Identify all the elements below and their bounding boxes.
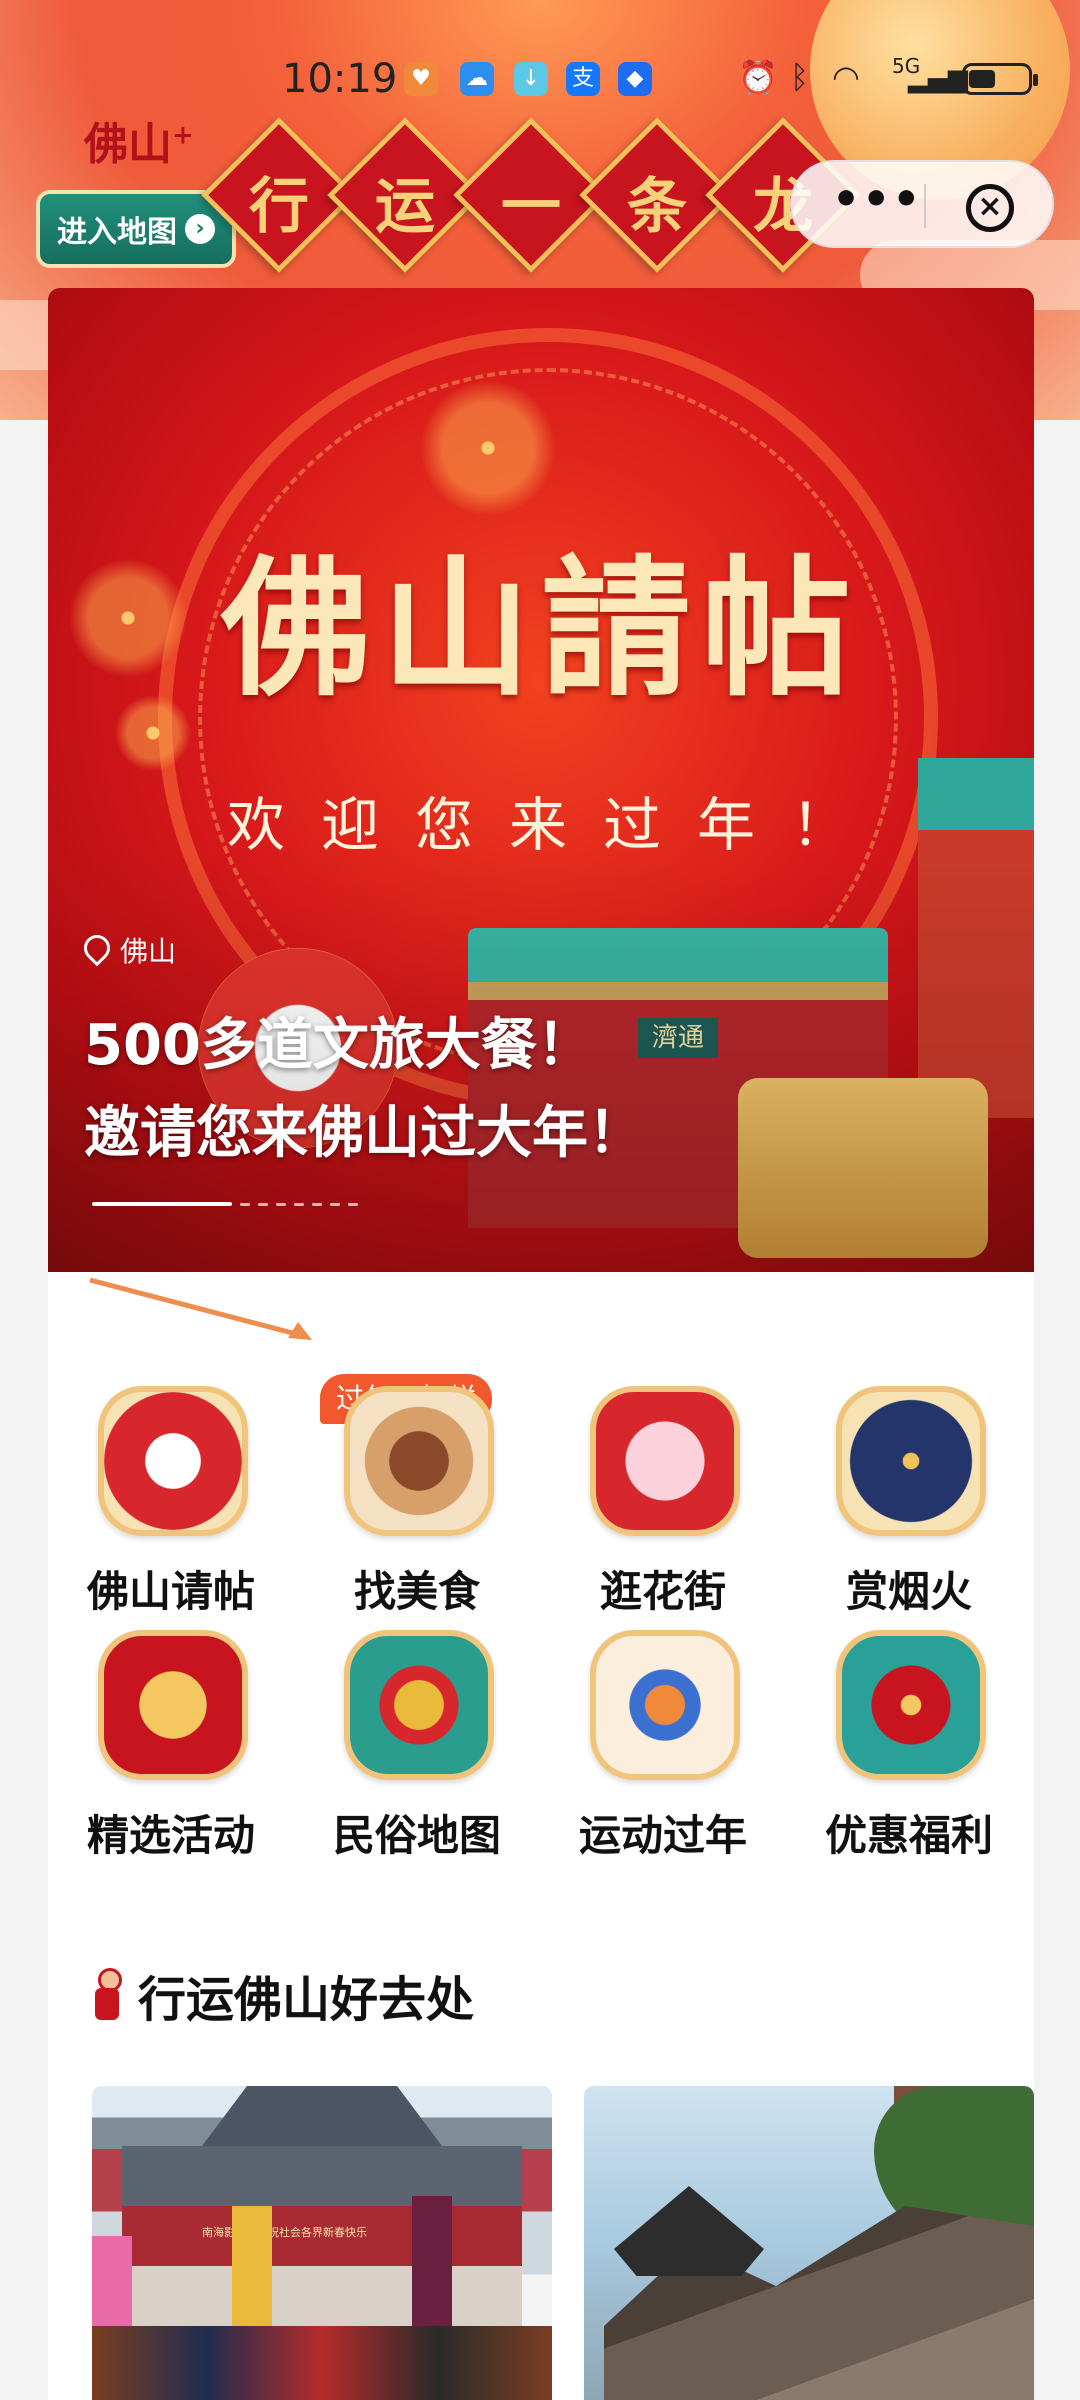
carousel-indicator: [92, 1202, 358, 1206]
alarm-icon: ⏰: [738, 58, 778, 96]
grid-label: 找美食: [353, 1567, 480, 1616]
grid-label: 优惠福利: [824, 1811, 993, 1860]
dragon-icon: [344, 1630, 494, 1780]
grid-label: 佛山请帖: [86, 1567, 255, 1616]
destination-card[interactable]: 南海影视城恭祝社会各界新春快乐: [92, 2086, 552, 2400]
health-app-icon: ♥: [404, 62, 438, 96]
gong-icon: [98, 1630, 248, 1780]
palace-roof-illustration: [202, 2086, 442, 2146]
fireworks-icon: [836, 1386, 986, 1536]
slogan-char: 条: [627, 172, 687, 242]
battery-icon: [962, 63, 1038, 95]
palace-illustration: [122, 2146, 522, 2346]
carousel-dot: [258, 1202, 268, 1206]
destination-card[interactable]: [584, 2086, 1034, 2400]
close-circle-icon[interactable]: ×: [966, 184, 1014, 232]
signal-icon: ▂▄▆: [908, 64, 968, 94]
food-platter-icon: [344, 1386, 494, 1536]
grid-label: 运动过年: [578, 1811, 747, 1860]
flag-illustration: [232, 2206, 272, 2346]
miniprogram-capsule: ••• ×: [790, 160, 1054, 248]
status-time: 10:19: [282, 56, 398, 102]
enter-map-label: 进入地图: [57, 215, 177, 250]
lucky-bag-icon: [836, 1630, 986, 1780]
capsule-divider: [924, 184, 926, 228]
carousel-dot: [276, 1202, 286, 1206]
slogan-banner: 行 运 一 条 龙: [200, 100, 861, 280]
section-title: 行运佛山好去处: [138, 1972, 475, 2028]
pavilion-illustration: [614, 2186, 764, 2276]
banner-headline-1: 500多道文旅大餐！: [84, 1013, 593, 1078]
bluetooth-icon: ᛒ: [790, 58, 810, 96]
carousel-dot: [330, 1202, 340, 1206]
banner-subtitle: 欢迎您来过年！: [226, 791, 885, 859]
flower-icon: [590, 1386, 740, 1536]
grid-label: 民俗地图: [332, 1811, 501, 1860]
grid-label: 赏烟火: [845, 1567, 972, 1616]
location-label: 佛山: [120, 935, 177, 968]
lion-dance-icon: [98, 1386, 248, 1536]
grid-label: 逛花街: [599, 1567, 726, 1616]
grid-label: 精选活动: [86, 1811, 255, 1860]
slogan-char: 运: [375, 172, 435, 242]
banner-location: 佛山: [84, 930, 176, 970]
banner-headline-2: 邀请您来佛山过大年！: [84, 1101, 644, 1166]
brand-text: 佛山: [84, 119, 172, 170]
section-header: 行运佛山好去处: [92, 1960, 474, 2030]
cloud-app-icon: ☁: [460, 62, 494, 96]
banner-title: 佛山請帖: [220, 541, 861, 717]
slogan-char: 行: [249, 172, 309, 242]
app-notification-icon: ◆: [618, 62, 652, 96]
brand-plus: +: [172, 120, 194, 151]
carousel-dot: [240, 1202, 250, 1206]
location-pin-icon: [84, 935, 108, 965]
slogan-char: 一: [501, 172, 561, 242]
horse-riders-illustration: [92, 2326, 552, 2400]
hero-banner[interactable]: 濟通 佛山請帖 欢迎您来过年！ 佛山 500多道文旅大餐！ 邀请您来佛山过大年！: [48, 288, 1034, 1272]
carousel-dot-active: [92, 1202, 232, 1206]
wifi-icon: ◠: [832, 58, 860, 96]
more-dots-icon[interactable]: •••: [832, 174, 922, 225]
carousel-dot: [348, 1202, 358, 1206]
alipay-icon: 支: [566, 62, 600, 96]
brand-logo: 佛山+: [84, 108, 194, 172]
firework-decoration: [408, 368, 568, 528]
carousel-dot: [312, 1202, 322, 1206]
mascot-icon: [92, 1968, 122, 2022]
download-icon: ↓: [514, 62, 548, 96]
skateboard-icon: [590, 1630, 740, 1780]
carousel-dot: [294, 1202, 304, 1206]
